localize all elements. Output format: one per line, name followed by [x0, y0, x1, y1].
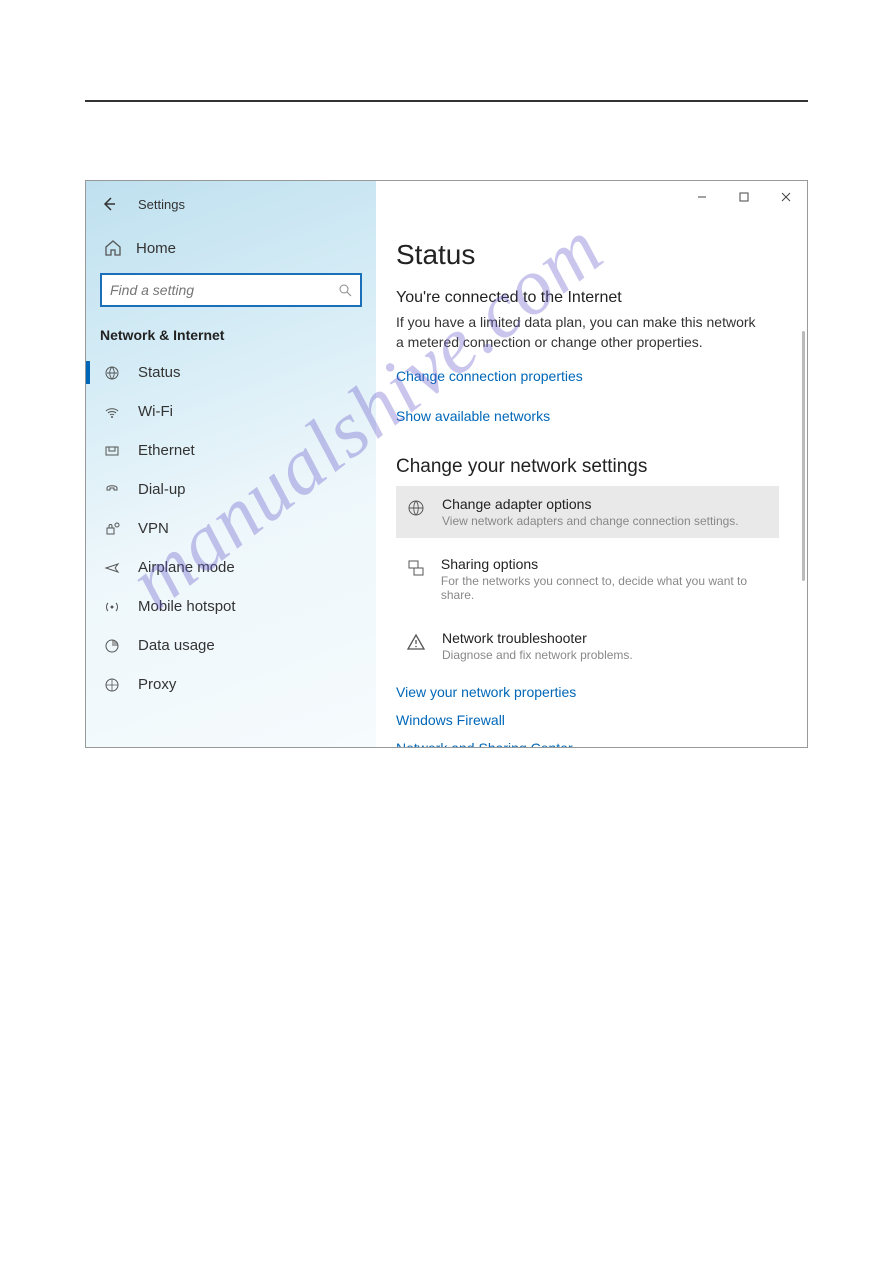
ethernet-icon: [104, 443, 124, 459]
sidebar-item-wifi[interactable]: Wi-Fi: [86, 392, 376, 431]
section-change-network-settings: Change your network settings: [396, 456, 779, 478]
sidebar-item-dialup[interactable]: Dial-up: [86, 470, 376, 509]
sidebar-item-airplane[interactable]: Airplane mode: [86, 548, 376, 587]
sidebar-item-data-usage[interactable]: Data usage: [86, 626, 376, 665]
scrollbar[interactable]: [802, 331, 805, 581]
link-change-connection-properties[interactable]: Change connection properties: [396, 368, 583, 384]
option-desc: Diagnose and fix network problems.: [442, 648, 633, 662]
hotspot-icon: [104, 599, 124, 615]
bottom-links: View your network properties Windows Fir…: [396, 684, 779, 747]
dialup-icon: [104, 482, 124, 498]
link-network-sharing-center[interactable]: Network and Sharing Center: [396, 740, 779, 747]
settings-window: Settings Home Network & Internet Status …: [85, 180, 808, 748]
home-label: Home: [136, 240, 176, 257]
content-pane: Status You're connected to the Internet …: [376, 181, 807, 747]
sidebar-item-label: Data usage: [138, 637, 215, 654]
titlebar-left: Settings: [86, 189, 376, 225]
sidebar-item-hotspot[interactable]: Mobile hotspot: [86, 587, 376, 626]
sidebar-item-label: Dial-up: [138, 481, 186, 498]
status-icon: [104, 365, 124, 381]
option-desc: For the networks you connect to, decide …: [441, 574, 769, 602]
maximize-button[interactable]: [723, 181, 765, 213]
close-icon: [781, 192, 791, 202]
search-input[interactable]: [110, 282, 339, 298]
home-icon: [104, 239, 124, 257]
option-troubleshooter[interactable]: Network troubleshooter Diagnose and fix …: [396, 620, 779, 672]
sidebar-nav-list: Status Wi-Fi Ethernet Dial-up VPN Airpla…: [86, 353, 376, 704]
sidebar-item-label: Mobile hotspot: [138, 598, 236, 615]
data-usage-icon: [104, 638, 124, 654]
option-title: Network troubleshooter: [442, 630, 633, 646]
sidebar-item-proxy[interactable]: Proxy: [86, 665, 376, 704]
window-title: Settings: [138, 197, 185, 212]
sidebar-item-status[interactable]: Status: [86, 353, 376, 392]
status-description: If you have a limited data plan, you can…: [396, 313, 766, 352]
troubleshooter-icon: [406, 632, 432, 652]
adapter-icon: [406, 498, 432, 518]
option-desc: View network adapters and change connect…: [442, 514, 739, 528]
option-change-adapter[interactable]: Change adapter options View network adap…: [396, 486, 779, 538]
option-title: Change adapter options: [442, 496, 739, 512]
page-title: Status: [396, 239, 779, 271]
option-title: Sharing options: [441, 556, 769, 572]
sidebar-item-ethernet[interactable]: Ethernet: [86, 431, 376, 470]
minimize-icon: [697, 192, 707, 202]
link-show-available-networks[interactable]: Show available networks: [396, 408, 550, 424]
maximize-icon: [739, 192, 749, 202]
sidebar-item-label: Status: [138, 364, 181, 381]
sidebar-item-label: Airplane mode: [138, 559, 235, 576]
sidebar: Settings Home Network & Internet Status …: [86, 181, 376, 747]
arrow-left-icon: [101, 196, 117, 212]
sidebar-item-label: Wi-Fi: [138, 403, 173, 420]
minimize-button[interactable]: [681, 181, 723, 213]
status-subhead: You're connected to the Internet: [396, 289, 779, 307]
wifi-icon: [104, 404, 124, 420]
option-sharing[interactable]: Sharing options For the networks you con…: [396, 546, 779, 612]
sidebar-item-vpn[interactable]: VPN: [86, 509, 376, 548]
link-view-network-properties[interactable]: View your network properties: [396, 684, 779, 700]
link-windows-firewall[interactable]: Windows Firewall: [396, 712, 779, 728]
airplane-icon: [104, 560, 124, 576]
vpn-icon: [104, 521, 124, 537]
search-icon: [339, 284, 352, 297]
sidebar-item-label: Proxy: [138, 676, 176, 693]
sidebar-item-home[interactable]: Home: [86, 225, 376, 269]
sidebar-section-title: Network & Internet: [86, 321, 376, 353]
back-button[interactable]: [98, 193, 120, 215]
sidebar-item-label: Ethernet: [138, 442, 195, 459]
page-divider: [85, 100, 808, 102]
sharing-icon: [406, 558, 431, 578]
proxy-icon: [104, 677, 124, 693]
search-box[interactable]: [100, 273, 362, 307]
close-button[interactable]: [765, 181, 807, 213]
sidebar-item-label: VPN: [138, 520, 169, 537]
window-controls: [681, 181, 807, 213]
